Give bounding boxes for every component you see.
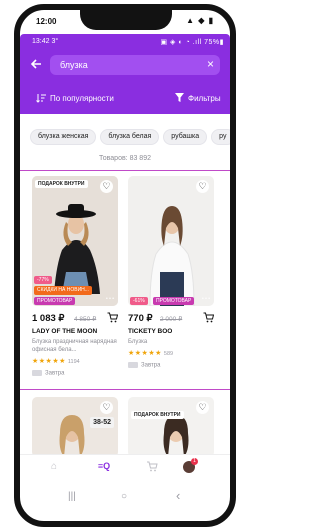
sort-button[interactable]: По популярности — [50, 94, 114, 103]
rating-stars: ★★★★★ — [128, 350, 162, 357]
device-time: 12:00 — [36, 17, 57, 26]
device-status-icons: ▲ ◆ ▮ — [186, 16, 214, 25]
product-old-price: 4 850 ₽ — [74, 316, 97, 323]
chip-suggestion[interactable]: блузка женская — [30, 129, 97, 145]
gift-tag: ПОДАРОК ВНУТРИ — [35, 180, 88, 188]
results-count: Товаров: 83 892 — [99, 155, 151, 162]
heart-icon[interactable]: ♡ — [196, 401, 209, 414]
app-status-time: 13:42 — [32, 38, 50, 45]
photo-indicator-icon: • • • — [105, 296, 114, 302]
product-image[interactable]: ПОДАРОК ВНУТРИ ♡ -77% СКИДКИ НА НОВИН...… — [32, 176, 118, 306]
discount-badge: -77% — [34, 276, 52, 284]
profile-avatar[interactable]: 1 — [183, 458, 198, 473]
app-status-extra: 3° — [51, 38, 59, 45]
cart-icon[interactable] — [144, 461, 160, 475]
product-image[interactable]: ♡ -61% ПРОМОТОВАР • • • — [128, 176, 214, 306]
notification-count: 1 — [191, 458, 198, 465]
size-tag: 38-52 — [90, 417, 114, 428]
add-to-cart-icon[interactable] — [107, 312, 118, 323]
product-image[interactable]: ПОДАРОК ВНУТРИ ♡ — [128, 397, 214, 457]
next-products-row: ♡ 38-52 ПОДАРОК ВНУТРИ ♡ — [20, 395, 230, 457]
catalog-search-icon[interactable]: ≡Q — [96, 461, 112, 475]
product-old-price: 2 000 ₽ — [160, 316, 183, 323]
filter-button[interactable]: Фильтры — [188, 94, 221, 103]
app-screen: 13:42 3° ▣ ◈ ◐ ◔ .ıll 75%▮ блузка × По п… — [20, 34, 230, 521]
rating-count: 1194 — [67, 359, 80, 365]
home-icon[interactable]: ⌂ — [46, 461, 62, 475]
delivery-info: Завтра — [32, 370, 64, 377]
gift-tag: ПОДАРОК ВНУТРИ — [131, 411, 184, 419]
heart-icon[interactable]: ♡ — [100, 401, 113, 414]
product-description: Блузка праздничная нарядная офисная бела… — [32, 339, 117, 353]
truck-icon — [128, 362, 138, 368]
add-to-cart-icon[interactable] — [203, 312, 214, 323]
heart-icon[interactable]: ♡ — [196, 180, 209, 193]
chip-suggestion[interactable]: ру — [211, 129, 230, 145]
recent-apps-button[interactable]: ||| — [68, 491, 76, 502]
system-navigation-bar: ||| ○ ‹ — [20, 481, 230, 521]
product-description: Блузка — [128, 339, 148, 345]
home-button[interactable]: ○ — [121, 491, 127, 502]
discount-badge: -61% — [130, 297, 148, 305]
filter-icon[interactable] — [175, 93, 184, 104]
product-card[interactable]: ПОДАРОК ВНУТРИ ♡ -77% СКИДКИ НА НОВИН...… — [32, 176, 118, 386]
promo-badge: ПРОМОТОВАР — [153, 297, 195, 305]
search-header: 13:42 3° ▣ ◈ ◐ ◔ .ıll 75%▮ блузка × По п… — [20, 34, 230, 114]
app-status-icons: ▣ ◈ ◐ ◔ .ıll 75%▮ — [160, 39, 224, 46]
bottom-tab-bar: ⌂ ≡Q 1 — [20, 454, 230, 480]
product-price: 1 083 ₽ — [32, 313, 65, 324]
sort-filter-row: По популярности Фильтры — [20, 89, 230, 109]
phone-frame: 12:00 ▲ ◆ ▮ 13:42 3° ▣ ◈ ◐ ◔ .ıll 75%▮ б… — [0, 0, 250, 531]
delivery-date: Завтра — [141, 362, 161, 369]
chip-suggestion[interactable]: блузка белая — [100, 129, 160, 145]
close-icon[interactable]: × — [207, 57, 214, 71]
price-row: 770 ₽ 2 000 ₽ — [128, 312, 214, 324]
search-query: блузка — [60, 60, 88, 70]
sort-icon[interactable] — [36, 93, 46, 103]
product-brand: TICKETY BOO — [128, 328, 173, 335]
truck-icon — [32, 370, 42, 376]
product-rating: ★★★★★ 1194 — [32, 357, 80, 365]
rating-count: 589 — [163, 351, 174, 357]
back-button[interactable]: ‹ — [176, 488, 180, 503]
promo-badge: ПРОМОТОВАР — [34, 297, 76, 305]
photo-indicator-icon: • • • — [201, 296, 210, 302]
sale-badge: СКИДКИ НА НОВИН... — [34, 286, 92, 295]
product-brand: LADY OF THE MOON — [32, 328, 98, 335]
price-row: 1 083 ₽ 4 850 ₽ — [32, 312, 118, 324]
product-price: 770 ₽ — [128, 313, 153, 324]
delivery-info: Завтра — [128, 362, 160, 369]
delivery-date: Завтра — [45, 370, 65, 377]
product-image[interactable]: ♡ 38-52 — [32, 397, 118, 457]
device-status-bar: 12:00 ▲ ◆ ▮ — [34, 14, 214, 28]
app-status-bar: 13:42 3° ▣ ◈ ◐ ◔ .ıll 75%▮ — [20, 36, 230, 48]
heart-icon[interactable]: ♡ — [100, 180, 113, 193]
chip-suggestion[interactable]: рубашка — [163, 129, 208, 145]
product-card[interactable]: ♡ -61% ПРОМОТОВАР • • • 770 ₽ 2 000 ₽ TI… — [128, 176, 214, 386]
rating-stars: ★★★★★ — [32, 358, 66, 365]
search-input[interactable]: блузка × — [50, 55, 220, 75]
suggestion-chips: блузка женская блузка белая рубашка ру — [30, 125, 230, 145]
back-arrow-icon[interactable] — [30, 58, 44, 72]
product-rating: ★★★★★ 589 — [128, 349, 173, 357]
